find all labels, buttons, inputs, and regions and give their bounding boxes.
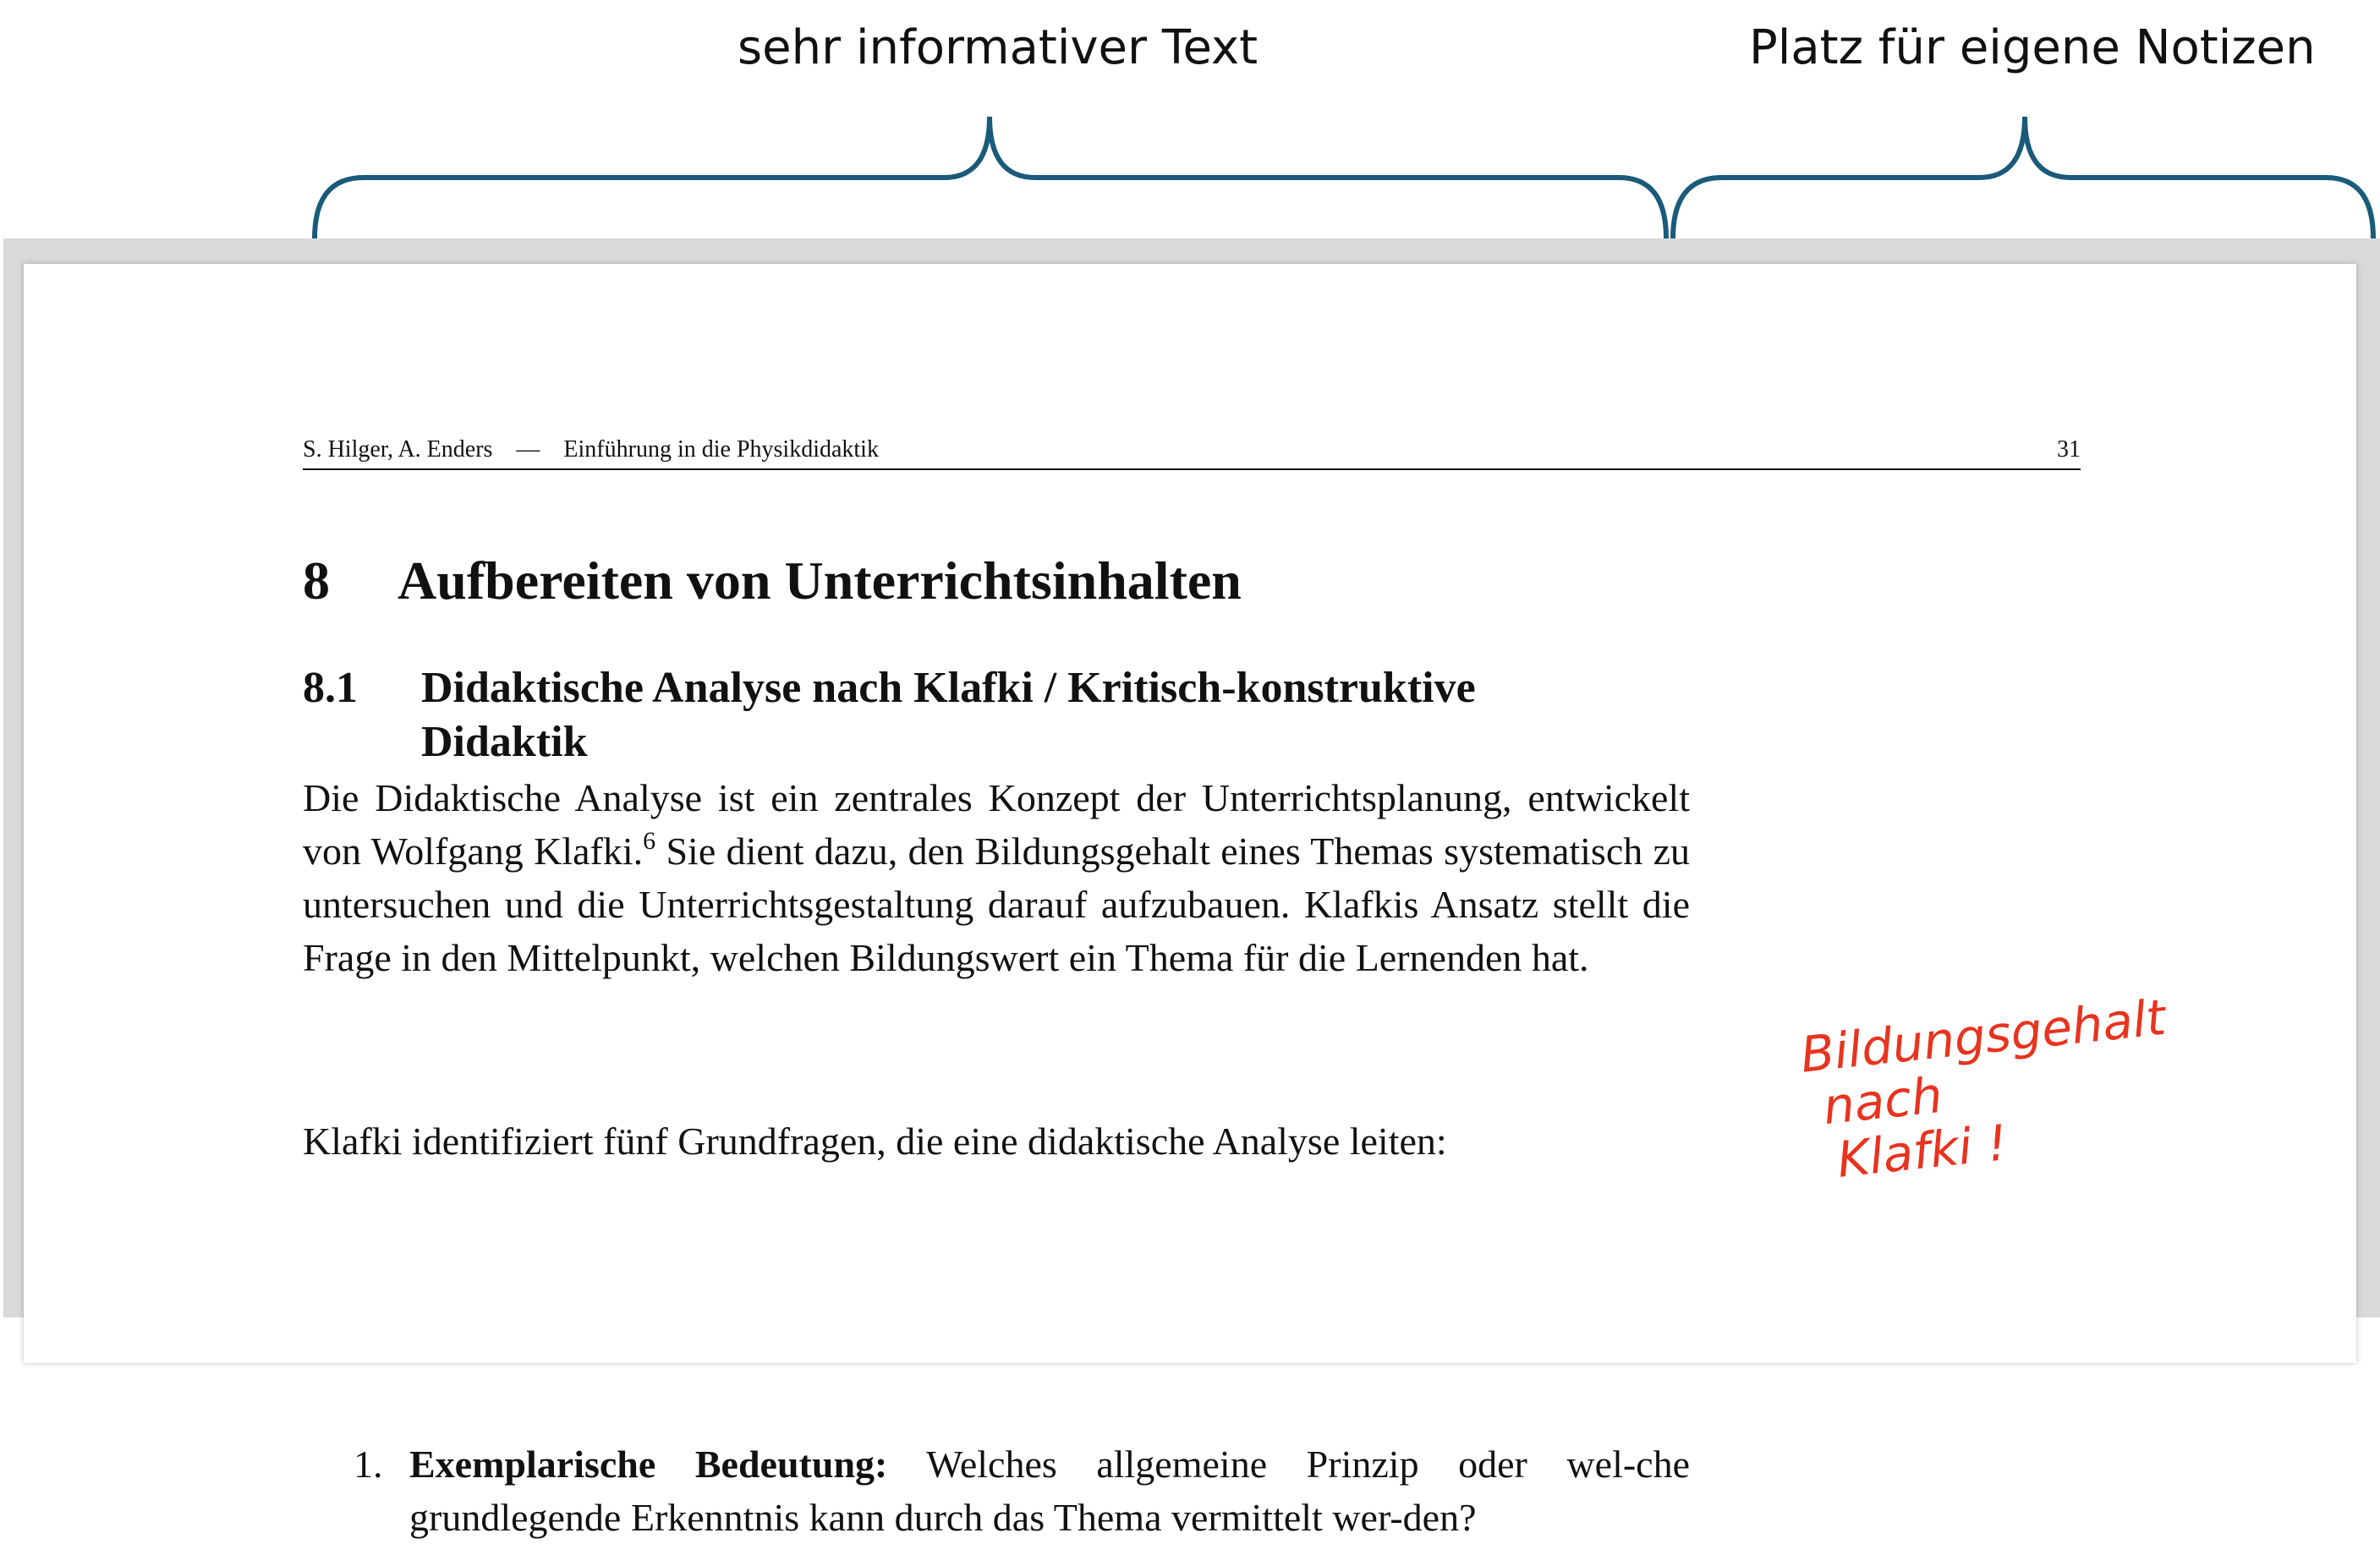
running-head-title: Einführung in die Physikdidaktik (563, 436, 879, 463)
page-number: 31 (2057, 436, 2081, 463)
handwritten-note: Bildungsgehalt nach Klafki ! (1798, 984, 2235, 1190)
list-item-term: Exemplarische Bedeutung: (409, 1443, 888, 1486)
running-head-separator: — (516, 436, 540, 463)
annotation-braces (312, 116, 2376, 239)
document-viewer: S. Hilger, A. Enders — Einführung in die P… (3, 238, 2380, 1539)
list-item: 1. Exemplarische Bedeutung: Welches allg… (303, 1437, 1690, 1544)
running-head-authors: S. Hilger, A. Enders (303, 436, 493, 463)
section-title-line1: Didaktische Analyse nach Klafki / Kritis… (421, 664, 1476, 712)
brace-text-area (312, 116, 1669, 239)
list-item-number: 1. (354, 1443, 383, 1486)
chapter-heading: 8 Aufbereiten von Unterrichtsinhalten (303, 550, 1741, 612)
chapter-number: 8 (303, 550, 330, 610)
section-number: 8.1 (303, 664, 358, 712)
pdf-page: S. Hilger, A. Enders — Einführung in die P… (24, 264, 2356, 1539)
running-head: S. Hilger, A. Enders — Einführung in die P… (303, 436, 2081, 470)
paragraph-questions: Klafki identifiziert fünf Grundfragen, d… (303, 1120, 1447, 1163)
list-item-body: Exemplarische Bedeutung: Welches allgeme… (409, 1437, 1690, 1544)
footnote-mark[interactable]: 6 (643, 827, 655, 855)
brace-notes-area (1670, 116, 2376, 239)
section-title-line2: Didaktik (421, 718, 588, 766)
chapter-title: Aufbereiten von Unterrichtsinhalten (398, 550, 1242, 610)
paragraph-intro: Die Didaktische Analyse ist ein zentrale… (303, 771, 1690, 984)
section-heading: 8.1 Didaktische Analyse nach Klafki / Kr… (303, 661, 1724, 769)
